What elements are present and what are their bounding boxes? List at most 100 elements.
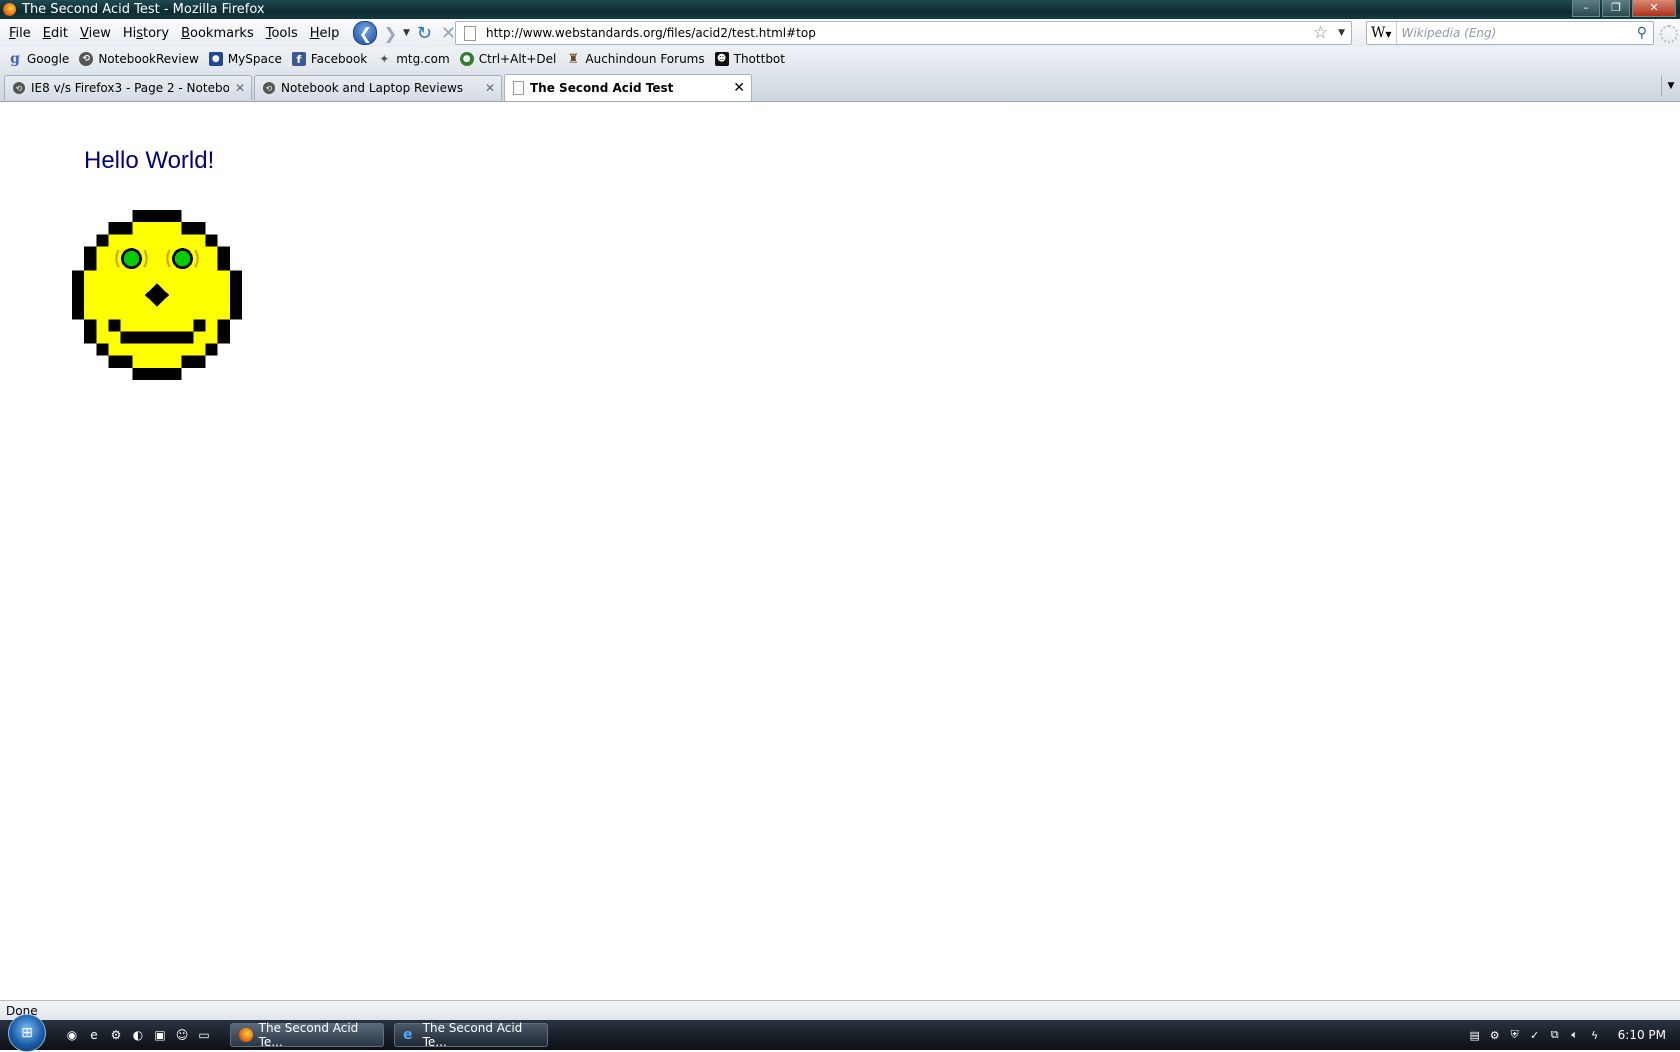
- menu-history[interactable]: History: [117, 26, 175, 41]
- forward-button[interactable]: ❯: [379, 22, 401, 44]
- bookmark-facebook[interactable]: f Facebook: [291, 52, 367, 66]
- bookmark-myspace[interactable]: ● MySpace: [208, 52, 282, 66]
- auchindoun-icon: ♜: [567, 51, 580, 67]
- myspace-icon: ●: [208, 52, 223, 66]
- close-tab-icon[interactable]: ✕: [235, 81, 245, 95]
- bookmark-notebookreview[interactable]: ⟲ NotebookReview: [79, 52, 199, 66]
- smiley-outline-block: [96, 343, 109, 356]
- page-icon: [513, 81, 524, 95]
- bookmark-auchindoun[interactable]: ♜ Auchindoun Forums: [566, 51, 705, 67]
- tab-ie8-vs-firefox3[interactable]: ⟲ IE8 v/s Firefox3 - Page 2 - Notebook..…: [4, 75, 252, 100]
- stop-icon: ✕: [440, 22, 456, 44]
- tray-check-icon[interactable]: ✓: [1528, 1028, 1542, 1042]
- chevron-down-icon: ▼: [1385, 30, 1392, 39]
- menu-bar: File Edit View History Bookmarks Tools H…: [3, 26, 345, 41]
- smiley-outline-block: [181, 355, 206, 368]
- bookmark-google[interactable]: g Google: [8, 51, 70, 67]
- smiley-outline-block: [84, 246, 97, 259]
- ie-quicklaunch-icon[interactable]: e: [86, 1027, 102, 1043]
- search-bar[interactable]: W▼ Wikipedia (Eng) ⚲: [1366, 21, 1654, 45]
- menu-help[interactable]: Help: [304, 26, 346, 41]
- show-desktop-icon[interactable]: ▭: [196, 1027, 212, 1043]
- page-content: Hello World!: [0, 102, 1680, 1000]
- activity-throbber-icon: [1660, 25, 1678, 43]
- menu-tools[interactable]: Tools: [260, 26, 304, 41]
- tray-shield-icon[interactable]: ⛨: [1508, 1028, 1522, 1042]
- list-all-tabs-button[interactable]: ▼: [1661, 75, 1680, 97]
- bookmark-label: Ctrl+Alt+Del: [478, 52, 557, 66]
- taskbar-clock[interactable]: 6:10 PM: [1618, 1028, 1666, 1042]
- google-icon: g: [10, 51, 20, 67]
- start-button[interactable]: ⊞: [8, 1014, 46, 1052]
- menu-edit[interactable]: Edit: [37, 26, 74, 41]
- tab-strip: ⟲ IE8 v/s Firefox3 - Page 2 - Notebook..…: [0, 71, 1680, 102]
- smiley-outline-block: [108, 222, 133, 235]
- smiley-outline-block: [229, 307, 242, 320]
- internet-explorer-icon: e: [403, 1027, 413, 1043]
- tab-label: The Second Acid Test: [530, 81, 674, 95]
- search-input[interactable]: Wikipedia (Eng): [1397, 26, 1637, 40]
- smiley-face-fill: [84, 307, 230, 320]
- bookmark-label: Auchindoun Forums: [585, 52, 705, 66]
- reload-button[interactable]: ↻: [413, 22, 435, 44]
- bookmark-label: Google: [27, 52, 70, 66]
- minimize-button[interactable]: –: [1572, 0, 1600, 17]
- bookmark-label: Thottbot: [733, 52, 785, 66]
- url-input[interactable]: http://www.webstandards.org/files/acid2/…: [486, 26, 1313, 40]
- smiley-outline-block: [72, 307, 85, 320]
- menu-bookmarks[interactable]: Bookmarks: [175, 26, 260, 41]
- search-engine-selector[interactable]: W▼: [1367, 22, 1397, 44]
- tray-power-icon[interactable]: ϟ: [1588, 1028, 1602, 1042]
- back-button[interactable]: ❮: [353, 21, 378, 45]
- tab-second-acid-test[interactable]: The Second Acid Test ✕: [504, 74, 752, 101]
- smiley-outline-block: [108, 355, 133, 368]
- acid2-smiley-face: [72, 210, 242, 380]
- smiley-outline-block: [205, 343, 218, 356]
- user-quicklaunch-icon[interactable]: ☺: [174, 1027, 190, 1043]
- history-dropdown-button[interactable]: ▼: [401, 22, 411, 44]
- bookmark-ctrlaltdel[interactable]: ● Ctrl+Alt+Del: [459, 52, 557, 66]
- bookmark-label: NotebookReview: [98, 52, 199, 66]
- url-history-dropdown-icon[interactable]: ▼: [1338, 28, 1345, 38]
- close-tab-icon[interactable]: ✕: [485, 81, 495, 95]
- bookmark-star-icon[interactable]: ☆: [1313, 23, 1328, 43]
- firefox-icon: [239, 1028, 253, 1042]
- menu-file[interactable]: File: [3, 26, 37, 41]
- smiley-mouth-corner: [108, 319, 121, 332]
- bookmark-label: MySpace: [227, 52, 282, 66]
- mtg-icon: ✦: [379, 52, 390, 66]
- chevron-down-icon: ▼: [402, 28, 410, 38]
- page-icon: [464, 25, 476, 41]
- firefox-quicklaunch-icon[interactable]: ◉: [64, 1027, 80, 1043]
- smiley-outline-block: [217, 319, 230, 332]
- quick-launch: ◉ e ⚙ ◐ ▣ ☺ ▭: [64, 1027, 212, 1043]
- search-icon[interactable]: ⚲: [1637, 25, 1647, 41]
- smiley-outline-block: [217, 331, 230, 344]
- tray-network-icon[interactable]: ⧉: [1548, 1028, 1562, 1042]
- close-tab-icon[interactable]: ✕: [733, 80, 745, 96]
- bookmark-thottbot[interactable]: ☻ Thottbot: [714, 52, 785, 66]
- tray-app-icon[interactable]: ▤: [1468, 1028, 1482, 1042]
- window-controls: – ❐ ✕: [1572, 0, 1676, 17]
- close-window-button[interactable]: ✕: [1632, 0, 1676, 17]
- taskbar-ie-window[interactable]: e The Second Acid Te...: [394, 1021, 548, 1049]
- reload-icon: ↻: [416, 22, 432, 44]
- window-title-bar[interactable]: The Second Acid Test - Mozilla Firefox –…: [0, 0, 1680, 19]
- chevron-down-icon: ▼: [1667, 81, 1675, 91]
- media-quicklaunch-icon[interactable]: ◐: [130, 1027, 146, 1043]
- menu-view[interactable]: View: [74, 26, 117, 41]
- address-bar[interactable]: http://www.webstandards.org/files/acid2/…: [455, 21, 1352, 45]
- bookmark-mtg[interactable]: ✦ mtg.com: [377, 52, 450, 66]
- smiley-outline-block: [84, 319, 97, 332]
- app-quicklaunch-icon[interactable]: ▣: [152, 1027, 168, 1043]
- maximize-button[interactable]: ❐: [1602, 0, 1630, 17]
- tray-settings-icon[interactable]: ⚙: [1488, 1028, 1502, 1042]
- smiley-outline-block: [84, 331, 97, 344]
- tab-notebook-laptop-reviews[interactable]: ⟲ Notebook and Laptop Reviews ✕: [254, 75, 502, 100]
- smiley-outline-block: [72, 295, 85, 308]
- windows-taskbar: ⊞ ◉ e ⚙ ◐ ▣ ☺ ▭ The Second Acid Te... e …: [0, 1014, 1680, 1052]
- taskbar-firefox-window[interactable]: The Second Acid Te...: [230, 1021, 384, 1049]
- steam-quicklaunch-icon[interactable]: ⚙: [108, 1027, 124, 1043]
- tray-volume-icon[interactable]: 🔈︎: [1568, 1028, 1582, 1042]
- smiley-outline-block: [205, 234, 218, 247]
